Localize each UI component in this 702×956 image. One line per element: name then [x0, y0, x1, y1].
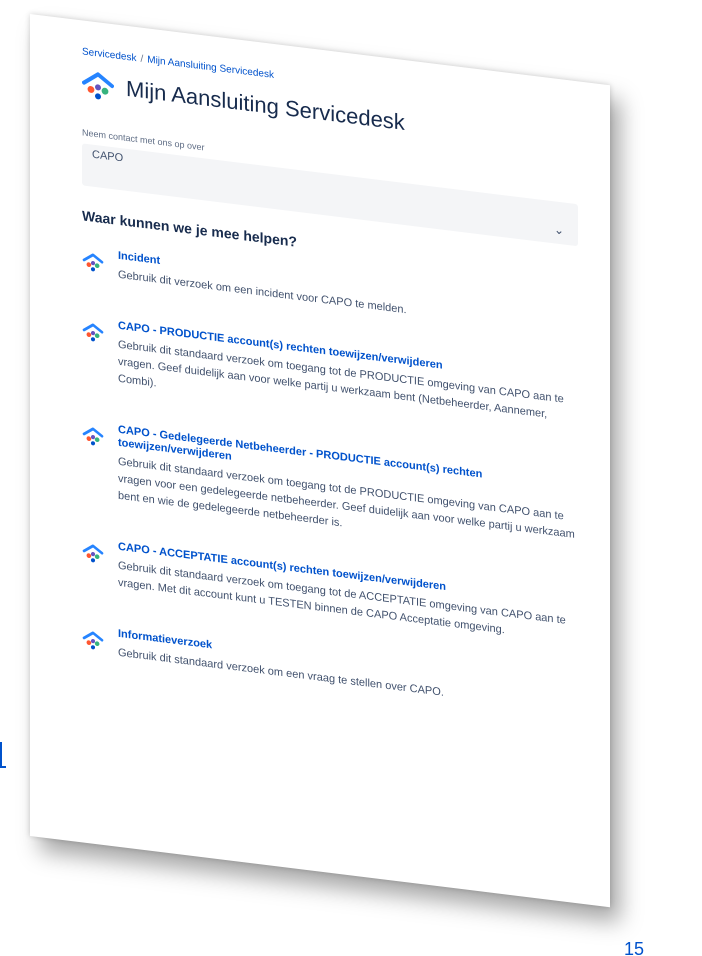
request-type-icon — [82, 253, 104, 272]
edge-link-fragment — [0, 742, 6, 768]
servicedesk-logo-icon — [82, 72, 114, 100]
breadcrumb-separator: / — [140, 53, 144, 65]
request-type-icon — [82, 544, 104, 563]
contact-select-value: CAPO — [92, 148, 124, 165]
slide-stage: Servicedesk / Mijn Aansluiting Servicedesk… — [0, 0, 702, 956]
request-item[interactable]: CAPO - PRODUCTIE account(s) rechten toew… — [82, 315, 578, 444]
request-type-icon — [82, 427, 104, 446]
breadcrumb-home-link[interactable]: Servicedesk — [82, 46, 136, 64]
servicedesk-portal-card: Servicedesk / Mijn Aansluiting Servicedesk… — [30, 14, 610, 908]
request-item[interactable]: CAPO - ACCEPTATIE account(s) rechten toe… — [82, 536, 578, 648]
request-type-icon — [82, 323, 104, 342]
request-type-icon — [82, 631, 104, 650]
request-item[interactable]: CAPO - Gedelegeerde Netbeheerder - PRODU… — [82, 419, 578, 561]
page-number: 15 — [623, 939, 644, 956]
chevron-down-icon: ⌄ — [553, 222, 564, 238]
